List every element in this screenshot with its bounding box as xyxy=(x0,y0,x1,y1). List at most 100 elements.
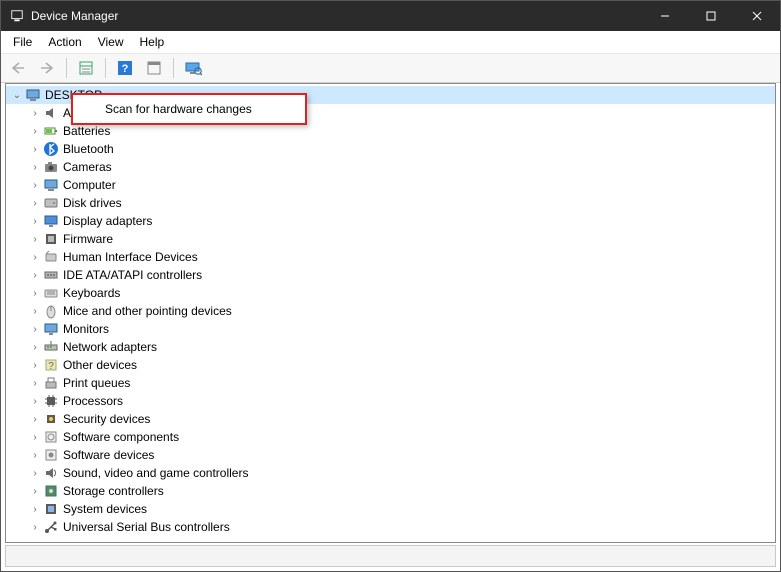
expand-arrow-icon[interactable]: › xyxy=(28,108,42,119)
computer-icon xyxy=(43,177,59,193)
forward-button[interactable] xyxy=(34,55,60,81)
tree-item-bluetooth[interactable]: ›Bluetooth xyxy=(6,140,775,158)
statusbar xyxy=(5,545,776,567)
minimize-button[interactable] xyxy=(642,1,688,31)
expand-arrow-icon[interactable]: › xyxy=(28,450,42,461)
usb-icon xyxy=(43,519,59,535)
tree-item-disk[interactable]: › Disk drives xyxy=(6,194,775,212)
tree-item-computer[interactable]: › Computer xyxy=(6,176,775,194)
monitor-icon xyxy=(43,321,59,337)
other-icon: ? xyxy=(43,357,59,373)
tree-item-label: Software devices xyxy=(62,448,154,462)
ctx-scan-hardware[interactable]: Scan for hardware changes xyxy=(75,97,303,121)
tree-item-system[interactable]: ›System devices xyxy=(6,500,775,518)
expand-arrow-icon[interactable]: › xyxy=(28,216,42,227)
toolbar: ? xyxy=(1,54,780,83)
window-title: Device Manager xyxy=(31,9,642,23)
expand-arrow-icon[interactable]: › xyxy=(28,234,42,245)
tree-item-network[interactable]: › Network adapters xyxy=(6,338,775,356)
close-button[interactable] xyxy=(734,1,780,31)
disk-icon xyxy=(43,195,59,211)
tree-item-display[interactable]: ›Display adapters xyxy=(6,212,775,230)
sound-icon xyxy=(43,465,59,481)
expand-arrow-icon[interactable]: › xyxy=(28,180,42,191)
expand-arrow-icon[interactable]: ⌄ xyxy=(10,90,24,101)
tree-item-processor[interactable]: › Processors xyxy=(6,392,775,410)
expand-arrow-icon[interactable]: › xyxy=(28,324,42,335)
expand-arrow-icon[interactable]: › xyxy=(28,342,42,353)
expand-arrow-icon[interactable]: › xyxy=(28,378,42,389)
svg-text:?: ? xyxy=(48,361,54,372)
tree-item-security[interactable]: › Security devices xyxy=(6,410,775,428)
toolbar-separator xyxy=(66,58,67,78)
help-button[interactable]: ? xyxy=(112,55,138,81)
tree-item-other[interactable]: ›? Other devices xyxy=(6,356,775,374)
expand-arrow-icon[interactable]: › xyxy=(28,162,42,173)
tree-item-printqueue[interactable]: ›Print queues xyxy=(6,374,775,392)
hid-icon xyxy=(43,249,59,265)
softdev-icon xyxy=(43,447,59,463)
tree-item-ide[interactable]: › IDE ATA/ATAPI controllers xyxy=(6,266,775,284)
maximize-button[interactable] xyxy=(688,1,734,31)
expand-arrow-icon[interactable]: › xyxy=(28,144,42,155)
expand-arrow-icon[interactable]: › xyxy=(28,198,42,209)
tree-item-softcomp[interactable]: ›Software components xyxy=(6,428,775,446)
menu-help[interactable]: Help xyxy=(132,33,173,51)
menu-view[interactable]: View xyxy=(90,33,132,51)
window-buttons xyxy=(642,1,780,31)
security-icon xyxy=(43,411,59,427)
expand-arrow-icon[interactable]: › xyxy=(28,504,42,515)
showhide-button[interactable] xyxy=(141,55,167,81)
scan-hardware-button[interactable] xyxy=(180,55,206,81)
expand-arrow-icon[interactable]: › xyxy=(28,270,42,281)
tree-item-camera[interactable]: ›Cameras xyxy=(6,158,775,176)
tree-item-usb[interactable]: › Universal Serial Bus controllers xyxy=(6,518,775,536)
ide-icon xyxy=(43,267,59,283)
menu-file[interactable]: File xyxy=(5,33,40,51)
tree-item-label: Disk drives xyxy=(62,196,122,210)
tree-item-label: IDE ATA/ATAPI controllers xyxy=(62,268,202,282)
computer-icon xyxy=(25,87,41,103)
menu-action[interactable]: Action xyxy=(40,33,89,51)
tree-item-monitor[interactable]: ›Monitors xyxy=(6,320,775,338)
tree-item-keyboard[interactable]: › Keyboards xyxy=(6,284,775,302)
bluetooth-icon xyxy=(43,141,59,157)
firmware-icon xyxy=(43,231,59,247)
tree-item-label: Security devices xyxy=(62,412,150,426)
tree-item-label: Mice and other pointing devices xyxy=(62,304,232,318)
expand-arrow-icon[interactable]: › xyxy=(28,306,42,317)
tree-item-firmware[interactable]: ›Firmware xyxy=(6,230,775,248)
expand-arrow-icon[interactable]: › xyxy=(28,522,42,533)
camera-icon xyxy=(43,159,59,175)
expand-arrow-icon[interactable]: › xyxy=(28,360,42,371)
tree-item-label: Universal Serial Bus controllers xyxy=(62,520,230,534)
menubar: File Action View Help xyxy=(1,31,780,54)
tree-item-label: Network adapters xyxy=(62,340,157,354)
tree-item-label: Sound, video and game controllers xyxy=(62,466,248,480)
properties-button[interactable] xyxy=(73,55,99,81)
tree-item-label: Computer xyxy=(62,178,116,192)
tree-item-mouse[interactable]: › Mice and other pointing devices xyxy=(6,302,775,320)
expand-arrow-icon[interactable]: › xyxy=(28,396,42,407)
expand-arrow-icon[interactable]: › xyxy=(28,486,42,497)
display-icon xyxy=(43,213,59,229)
expand-arrow-icon[interactable]: › xyxy=(28,414,42,425)
system-icon xyxy=(43,501,59,517)
softcomp-icon xyxy=(43,429,59,445)
tree-item-label: Processors xyxy=(62,394,123,408)
tree-item-label: Keyboards xyxy=(62,286,120,300)
app-icon xyxy=(9,8,25,24)
expand-arrow-icon[interactable]: › xyxy=(28,288,42,299)
expand-arrow-icon[interactable]: › xyxy=(28,126,42,137)
expand-arrow-icon[interactable]: › xyxy=(28,432,42,443)
expand-arrow-icon[interactable]: › xyxy=(28,252,42,263)
expand-arrow-icon[interactable]: › xyxy=(28,468,42,479)
tree-item-storage[interactable]: ›Storage controllers xyxy=(6,482,775,500)
audio-icon xyxy=(43,105,59,121)
tree-item-sound[interactable]: › Sound, video and game controllers xyxy=(6,464,775,482)
tree-item-hid[interactable]: ›Human Interface Devices xyxy=(6,248,775,266)
storage-icon xyxy=(43,483,59,499)
tree-item-softdev[interactable]: › Software devices xyxy=(6,446,775,464)
tree-item-label: Other devices xyxy=(62,358,137,372)
back-button[interactable] xyxy=(5,55,31,81)
